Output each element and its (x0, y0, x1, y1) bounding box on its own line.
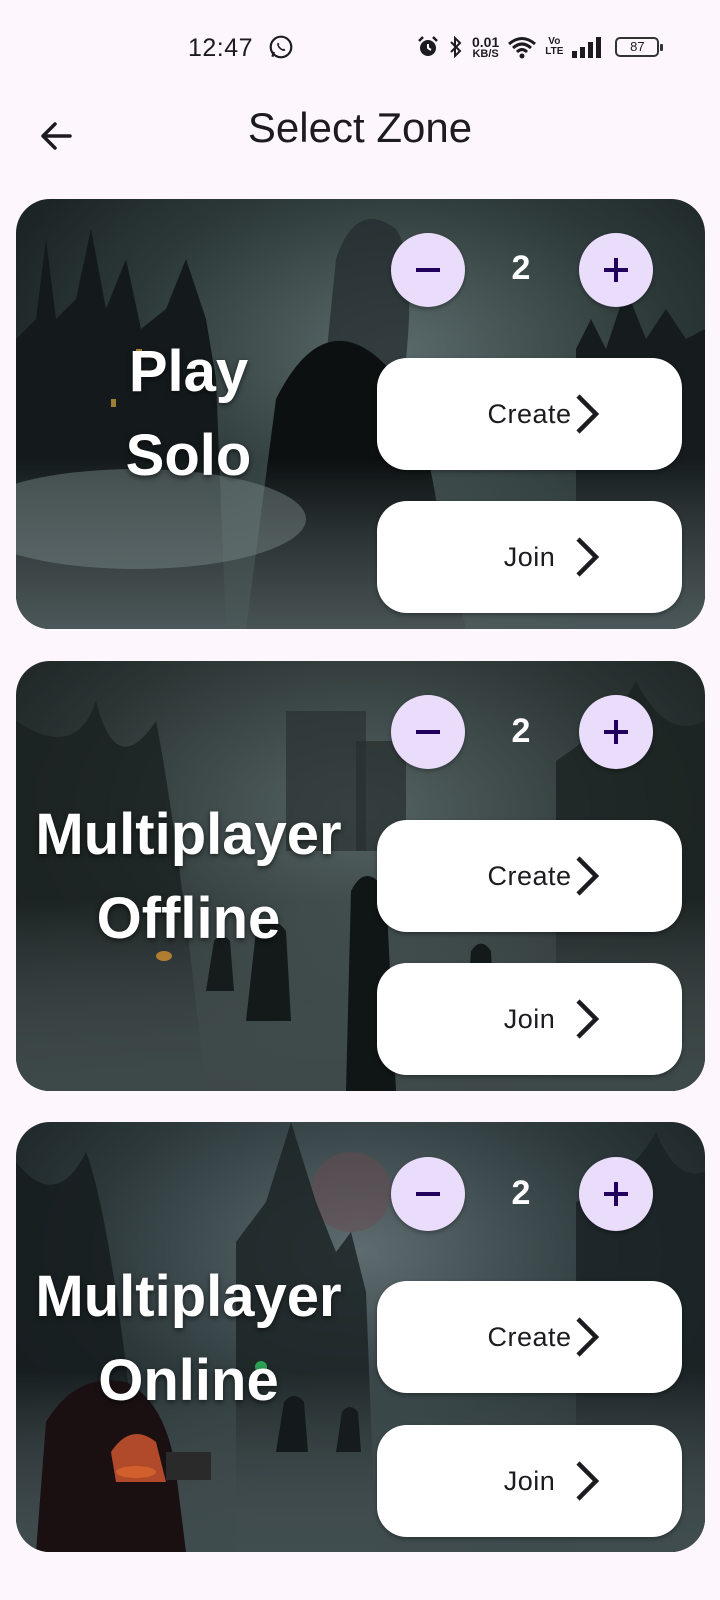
zone-title-line1: Multiplayer (35, 802, 342, 867)
zone-title-line1: Play (128, 339, 249, 404)
zone-title-line2: Offline (96, 886, 281, 951)
volte-indicator: Vo LTE (545, 37, 563, 57)
chevron-right-icon (576, 394, 600, 434)
join-label: Join (503, 1465, 556, 1496)
join-label: Join (503, 541, 556, 572)
zone-title-line2: Solo (125, 423, 252, 488)
minus-icon (416, 268, 440, 272)
alarm-icon (418, 36, 438, 56)
decrement-button[interactable] (391, 695, 465, 769)
status-bar: 12:47 0.01 KB/S Vo LTE 87 (0, 0, 720, 90)
zone-title-line2: Online (98, 1348, 279, 1413)
bluetooth-icon (450, 35, 462, 59)
increment-button[interactable] (579, 1157, 653, 1231)
minus-icon (416, 1192, 440, 1196)
chevron-right-icon (576, 537, 600, 577)
network-speed-value: 0.01 (472, 33, 500, 50)
create-button[interactable]: Create (377, 820, 682, 932)
status-time: 12:47 (188, 34, 254, 62)
decrement-button[interactable] (391, 1157, 465, 1231)
network-speed-unit: KB/S (472, 47, 499, 60)
volte-bottom: LTE (545, 46, 564, 57)
chevron-right-icon (576, 999, 600, 1039)
page-title: Select Zone (247, 104, 473, 151)
plus-icon (604, 258, 628, 282)
increment-button[interactable] (579, 233, 653, 307)
create-button[interactable]: Create (377, 1281, 682, 1393)
player-count: 2 (511, 1174, 531, 1212)
join-button[interactable]: Join (377, 501, 682, 613)
signal-icon (572, 37, 602, 58)
create-label: Create (487, 1321, 572, 1352)
zone-card-multiplayer-offline: Multiplayer Offline 2 Create Join (16, 661, 705, 1091)
plus-icon (604, 1182, 628, 1206)
whatsapp-icon (269, 35, 293, 59)
zone-card-play-solo: Play Solo 2 Create Join (16, 199, 705, 629)
chevron-right-icon (576, 1461, 600, 1501)
zone-card-multiplayer-online: Multiplayer Online 2 Create Join (16, 1122, 705, 1552)
wifi-icon (508, 37, 537, 59)
zone-title: Multiplayer Online (16, 1255, 361, 1423)
zone-title: Play Solo (16, 330, 361, 498)
zone-title: Multiplayer Offline (16, 793, 361, 961)
create-button[interactable]: Create (377, 358, 682, 470)
app-bar: Select Zone (0, 90, 720, 170)
create-label: Create (487, 860, 572, 891)
minus-icon (416, 730, 440, 734)
decrement-button[interactable] (391, 233, 465, 307)
join-button[interactable]: Join (377, 963, 682, 1075)
plus-icon (604, 720, 628, 744)
chevron-right-icon (576, 1317, 600, 1357)
join-button[interactable]: Join (377, 1425, 682, 1537)
player-count: 2 (511, 249, 531, 287)
zone-title-line1: Multiplayer (35, 1264, 342, 1329)
battery-level: 87 (630, 39, 645, 54)
create-label: Create (487, 398, 572, 429)
status-icons: 0.01 KB/S Vo LTE 87 (416, 32, 664, 62)
player-count: 2 (511, 712, 531, 750)
increment-button[interactable] (579, 695, 653, 769)
battery-icon: 87 (615, 37, 664, 57)
network-speed: 0.01 KB/S (472, 35, 499, 60)
chevron-right-icon (576, 856, 600, 896)
join-label: Join (503, 1003, 556, 1034)
